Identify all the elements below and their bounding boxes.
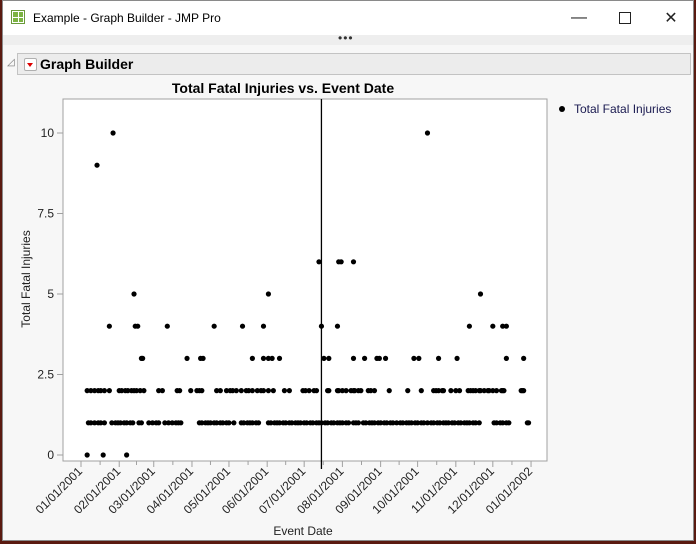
y-axis-label: Total Fatal Injuries [19,230,33,327]
data-point[interactable] [101,420,108,426]
scatter-chart: 02.557.51001/01/200102/01/200103/01/2001… [19,98,548,538]
data-point[interactable] [326,355,332,361]
data-point[interactable] [101,388,108,394]
data-point[interactable] [525,420,532,426]
data-point[interactable] [84,452,90,458]
data-point[interactable] [506,420,512,426]
data-point[interactable] [477,291,484,297]
data-point[interactable] [211,323,217,329]
data-point[interactable] [231,420,237,426]
data-point[interactable] [124,452,130,458]
data-point[interactable] [343,388,349,394]
data-point[interactable] [178,420,184,426]
data-point[interactable] [131,291,137,297]
legend: Total Fatal Injuries [559,102,671,116]
data-point[interactable] [199,388,205,394]
data-point[interactable] [306,388,312,394]
data-point[interactable] [106,388,112,394]
data-point[interactable] [249,388,255,394]
app-window: Example - Graph Builder - JMP Pro — ✕ ••… [2,0,694,541]
data-point[interactable] [260,323,267,329]
x-axis-label: Event Date [273,524,333,538]
data-point[interactable] [411,355,417,361]
data-point[interactable] [106,323,112,329]
data-point[interactable] [239,323,246,329]
data-point[interactable] [238,388,244,394]
data-point[interactable] [338,259,344,265]
y-tick-label: 7.5 [37,207,54,221]
data-point[interactable] [260,388,267,394]
data-point[interactable] [456,388,463,394]
data-point[interactable] [110,130,116,136]
data-point[interactable] [521,355,527,361]
data-point[interactable] [424,130,431,136]
data-point[interactable] [276,355,283,361]
data-point[interactable] [358,388,364,394]
data-point[interactable] [177,388,183,394]
data-point[interactable] [260,355,267,361]
data-point[interactable] [100,452,106,458]
data-point[interactable] [270,388,276,394]
data-point[interactable] [493,388,500,394]
plot-frame[interactable] [62,98,548,462]
data-point[interactable] [286,388,292,394]
data-point[interactable] [490,323,496,329]
y-tick-label: 2.5 [37,368,54,382]
data-point[interactable] [350,259,357,265]
data-point[interactable] [334,323,341,329]
legend-item-label[interactable]: Total Fatal Injuries [574,102,671,116]
data-point[interactable] [188,388,194,394]
data-point[interactable] [313,388,320,394]
data-point[interactable] [386,388,392,394]
data-point[interactable] [501,388,507,394]
data-point[interactable] [345,420,352,426]
data-point[interactable] [140,355,146,361]
data-point[interactable] [281,388,288,394]
data-point[interactable] [130,420,136,426]
data-point[interactable] [355,420,362,426]
data-point[interactable] [503,355,509,361]
data-point[interactable] [94,162,100,168]
data-point[interactable] [141,388,147,394]
data-point[interactable] [440,388,447,394]
y-tick-label: 5 [47,287,54,301]
data-point[interactable] [466,323,472,329]
data-point[interactable] [159,388,165,394]
data-point[interactable] [361,355,368,361]
data-point[interactable] [418,388,424,394]
data-point[interactable] [416,355,422,361]
data-point[interactable] [448,388,454,394]
data-point[interactable] [405,388,411,394]
data-point[interactable] [326,388,332,394]
y-tick-label: 10 [41,126,55,140]
data-point[interactable] [164,323,170,329]
data-point[interactable] [265,291,272,297]
data-point[interactable] [184,355,190,361]
data-point[interactable] [371,388,378,394]
data-point[interactable] [269,355,275,361]
data-point[interactable] [156,420,162,426]
data-point[interactable] [138,420,145,426]
data-point[interactable] [200,355,206,361]
legend-marker-icon [559,106,565,112]
data-point[interactable] [454,355,460,361]
data-point[interactable] [265,388,272,394]
data-point[interactable] [476,420,482,426]
data-point[interactable] [435,355,442,361]
data-point[interactable] [255,420,262,426]
data-point[interactable] [521,388,527,394]
data-point[interactable] [350,355,357,361]
data-point[interactable] [249,355,255,361]
data-point[interactable] [233,388,239,394]
y-tick-label: 0 [47,448,54,462]
data-point[interactable] [503,323,509,329]
data-point[interactable] [376,355,382,361]
data-point[interactable] [226,420,232,426]
data-point[interactable] [135,323,141,329]
data-point[interactable] [382,355,389,361]
data-point[interactable] [217,388,223,394]
